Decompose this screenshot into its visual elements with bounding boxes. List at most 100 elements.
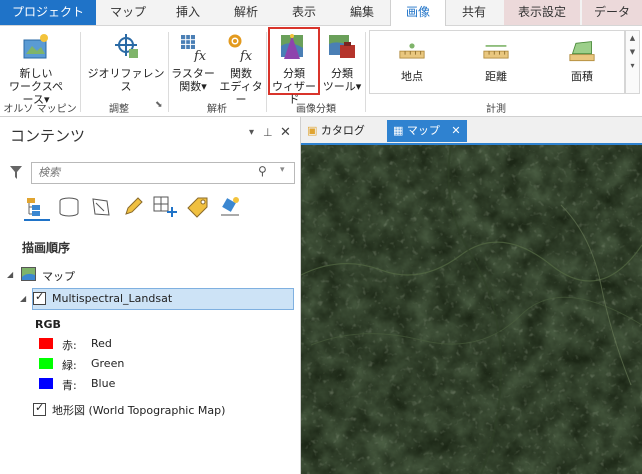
basemap-visibility-checkbox[interactable]	[33, 401, 46, 416]
band-blue-swatch	[39, 378, 53, 389]
tab-data[interactable]: データ	[582, 0, 642, 25]
classify-tools-icon	[329, 35, 355, 58]
band-green-swatch	[39, 358, 53, 369]
measure-gallery: 地点 距離 面積	[369, 30, 625, 94]
measure-area-label: 面積	[571, 70, 593, 83]
classify-tools-label-1: 分類	[331, 67, 353, 80]
band-blue-label: 青:	[62, 379, 77, 392]
close-icon[interactable]: ✕	[280, 125, 291, 140]
ribbon-separator	[80, 32, 81, 112]
rgb-label: RGB	[35, 318, 61, 331]
search-icon[interactable]: ⚲	[258, 164, 267, 178]
search-box[interactable]: ⚲ ▾	[31, 162, 295, 184]
search-input[interactable]	[32, 163, 258, 181]
list-by-snapping-icon[interactable]	[152, 195, 178, 219]
view-tab-bar: ▣ カタログ ▦ マップ ✕	[301, 117, 642, 145]
dialog-launcher-icon[interactable]: ⬊	[155, 100, 163, 110]
ribbon: 新しい ワークスペース▾ オルソ マッピング ジオリファレンス 調整 ⬊ fx …	[0, 26, 642, 130]
map-tab-label: マップ	[406, 124, 440, 137]
chevron-down-icon[interactable]: ▾	[280, 165, 285, 175]
tab-appearance[interactable]: 表示設定	[504, 0, 580, 25]
tab-insert[interactable]: 挿入	[160, 0, 216, 25]
catalog-tab-label: カタログ	[320, 124, 365, 137]
chevron-up-icon[interactable]: ▲	[626, 31, 639, 45]
map-node-label[interactable]: マップ	[42, 268, 75, 284]
collapse-map-icon[interactable]: ◢	[7, 270, 13, 279]
tab-project[interactable]: プロジェクト	[0, 0, 96, 25]
filter-icon[interactable]	[10, 166, 22, 180]
classify-wizard-label-1: 分類	[283, 67, 305, 80]
close-icon[interactable]: ✕	[451, 124, 460, 137]
measure-distance-button[interactable]: 距離	[464, 39, 528, 83]
classify-tools-label-2: ツール	[322, 80, 356, 93]
raster-functions-label-2: 関数	[179, 80, 202, 93]
map-view[interactable]	[301, 145, 642, 474]
tab-map-view[interactable]: ▦ マップ ✕	[387, 120, 467, 142]
tab-view[interactable]: 表示	[276, 0, 332, 25]
contents-pane: コンテンツ ▾ ⊥ ✕ ⚲ ▾ 描画順序 ◢ マップ ◢ M	[0, 117, 301, 474]
ribbon-tab-bar: プロジェクト マップ 挿入 解析 表示 編集 画像 共有 表示設定 データ	[0, 0, 642, 26]
list-by-editing-icon[interactable]	[122, 197, 144, 217]
group-adjust: 調整	[109, 104, 129, 115]
measure-distance-label: 距離	[485, 70, 507, 83]
band-green-label: 緑:	[62, 359, 77, 372]
tab-analysis[interactable]: 解析	[218, 0, 274, 25]
function-editor-icon: fx	[228, 34, 253, 64]
ribbon-separator	[365, 32, 366, 112]
tab-edit[interactable]: 編集	[334, 0, 390, 25]
list-by-selection-icon[interactable]	[90, 197, 112, 217]
georeference-icon	[115, 34, 138, 58]
tab-share[interactable]: 共有	[446, 0, 502, 25]
band-red-name: Red	[91, 337, 112, 350]
raster-functions-label-1: ラスター	[171, 67, 215, 80]
new-workspace-label-1: 新しい	[19, 67, 53, 80]
ruler-point-icon	[399, 43, 425, 59]
measure-point-label: 地点	[401, 70, 423, 83]
layer-visibility-checkbox[interactable]	[33, 290, 46, 305]
tab-map[interactable]: マップ	[98, 0, 158, 25]
gallery-scroll[interactable]: ▲ ▼ ▾	[625, 30, 640, 94]
band-blue-name: Blue	[91, 377, 116, 390]
list-by-source-icon[interactable]	[58, 197, 80, 217]
svg-text:fx: fx	[239, 49, 253, 62]
map-icon	[21, 267, 36, 281]
basemap-name[interactable]: 地形図 (World Topographic Map)	[52, 402, 225, 418]
group-measure: 計測	[486, 104, 506, 115]
pin-icon[interactable]: ⊥	[263, 126, 273, 139]
function-editor-button[interactable]: fx 関数 エディター	[216, 32, 266, 106]
group-analysis: 解析	[207, 104, 227, 115]
classify-wizard-button[interactable]: 分類 ウィザード	[270, 32, 318, 106]
contents-title: コンテンツ	[10, 127, 86, 145]
group-classification: 画像分類	[296, 104, 336, 115]
collapse-layer-icon[interactable]: ◢	[20, 294, 26, 303]
raster-functions-button[interactable]: fx ラスター 関数▾	[170, 32, 216, 93]
measure-point-button[interactable]: 地点	[380, 39, 444, 83]
ribbon-separator	[266, 32, 267, 112]
band-red-swatch	[39, 338, 53, 349]
active-view-indicator	[24, 219, 50, 221]
georeference-label: ジオリファレンス	[87, 67, 165, 93]
ruler-area-icon	[569, 41, 595, 62]
chevron-down-icon[interactable]: ▼	[626, 45, 639, 59]
layer-name[interactable]: Multispectral_Landsat	[52, 292, 172, 305]
new-workspace-icon	[23, 34, 48, 59]
chevron-down-icon: ▾	[201, 80, 207, 93]
georeference-button[interactable]: ジオリファレンス	[84, 32, 168, 93]
measure-area-button[interactable]: 面積	[550, 39, 614, 83]
band-red-label: 赤:	[62, 339, 77, 352]
function-editor-label-1: 関数	[230, 67, 252, 80]
pane-options-icon[interactable]: ▾	[249, 127, 254, 138]
tab-catalog[interactable]: ▣ カタログ	[307, 120, 387, 142]
list-by-perspective-imagery-icon[interactable]	[218, 195, 242, 219]
satellite-imagery	[301, 145, 642, 474]
gallery-expand-icon[interactable]: ▾	[626, 59, 639, 73]
classify-wizard-icon	[281, 34, 303, 59]
tab-imagery[interactable]: 画像	[390, 0, 446, 26]
list-by-labeling-icon[interactable]	[186, 196, 210, 218]
folder-icon: ▣	[307, 124, 318, 137]
map-icon: ▦	[393, 124, 404, 137]
new-workspace-button[interactable]: 新しい ワークスペース▾	[4, 32, 68, 106]
classify-tools-button[interactable]: 分類 ツール▾	[320, 32, 364, 93]
list-by-drawing-order-icon[interactable]	[26, 197, 48, 217]
ruler-distance-icon	[483, 45, 509, 59]
